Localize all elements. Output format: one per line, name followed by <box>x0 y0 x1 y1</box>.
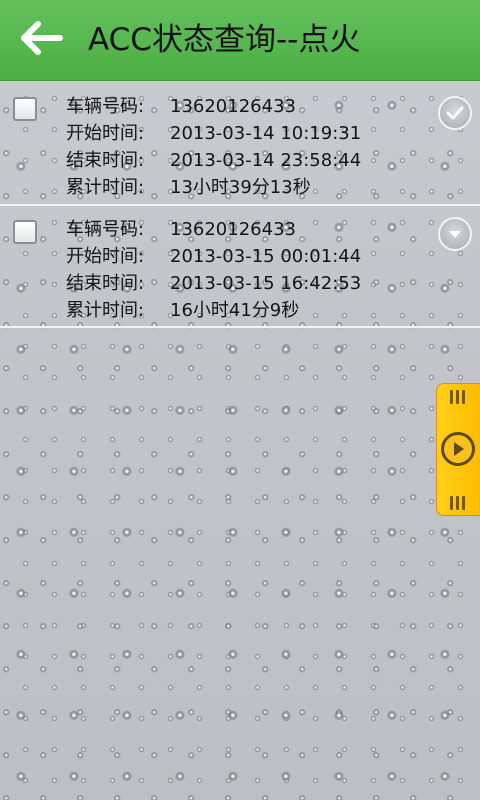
arrow-left-icon <box>21 21 63 55</box>
end-time-label: 结束时间: <box>66 150 145 171</box>
plate-row: 车辆号码: 13620126433 <box>66 93 361 120</box>
total-time-label: 累计时间: <box>66 300 145 321</box>
check-icon <box>446 106 464 120</box>
total-time-row: 累计时间: 13小时39分13秒 <box>66 174 361 201</box>
start-time-value: 2013-03-14 10:19:31 <box>170 123 362 144</box>
total-time-value: 13小时39分13秒 <box>170 177 311 198</box>
grip-icon <box>448 496 468 510</box>
app-header: ACC状态查询--点火 <box>0 0 480 81</box>
start-time-label: 开始时间: <box>66 123 145 144</box>
chevron-down-icon <box>449 231 461 238</box>
side-drawer-tab[interactable] <box>436 383 480 516</box>
end-time-row: 结束时间: 2013-03-14 23:58:44 <box>66 147 361 174</box>
record-checkbox[interactable] <box>13 220 37 244</box>
play-triangle-icon <box>454 442 464 456</box>
record-list: 车辆号码: 13620126433 开始时间: 2013-03-14 10:19:3… <box>0 80 480 328</box>
record-action-button[interactable] <box>438 217 472 251</box>
end-time-label: 结束时间: <box>66 273 145 294</box>
start-time-label: 开始时间: <box>66 246 145 267</box>
start-time-row: 开始时间: 2013-03-14 10:19:31 <box>66 120 361 147</box>
list-item[interactable]: 车辆号码: 13620126433 开始时间: 2013-03-14 10:19:3… <box>0 80 480 206</box>
total-time-value: 16小时41分9秒 <box>170 300 300 321</box>
back-button[interactable] <box>18 18 66 58</box>
plate-value: 13620126433 <box>170 219 296 240</box>
record-fields: 车辆号码: 13620126433 开始时间: 2013-03-14 10:19:3… <box>66 93 361 201</box>
start-time-value: 2013-03-15 00:01:44 <box>170 246 362 267</box>
end-time-row: 结束时间: 2013-03-15 16:42:53 <box>66 270 361 297</box>
plate-label: 车辆号码: <box>66 219 145 240</box>
end-time-value: 2013-03-14 23:58:44 <box>170 150 362 171</box>
plate-label: 车辆号码: <box>66 96 145 117</box>
page-title: ACC状态查询--点火 <box>88 22 361 58</box>
record-action-button[interactable] <box>438 96 472 130</box>
start-time-row: 开始时间: 2013-03-15 00:01:44 <box>66 243 361 270</box>
record-fields: 车辆号码: 13620126433 开始时间: 2013-03-15 00:01:4… <box>66 216 361 324</box>
grip-icon <box>448 390 468 404</box>
total-time-label: 累计时间: <box>66 177 145 198</box>
plate-row: 车辆号码: 13620126433 <box>66 216 361 243</box>
record-checkbox[interactable] <box>13 97 37 121</box>
list-item[interactable]: 车辆号码: 13620126433 开始时间: 2013-03-15 00:01:4… <box>0 206 480 328</box>
play-icon[interactable] <box>441 432 475 466</box>
end-time-value: 2013-03-15 16:42:53 <box>170 273 362 294</box>
total-time-row: 累计时间: 16小时41分9秒 <box>66 297 361 324</box>
plate-value: 13620126433 <box>170 96 296 117</box>
